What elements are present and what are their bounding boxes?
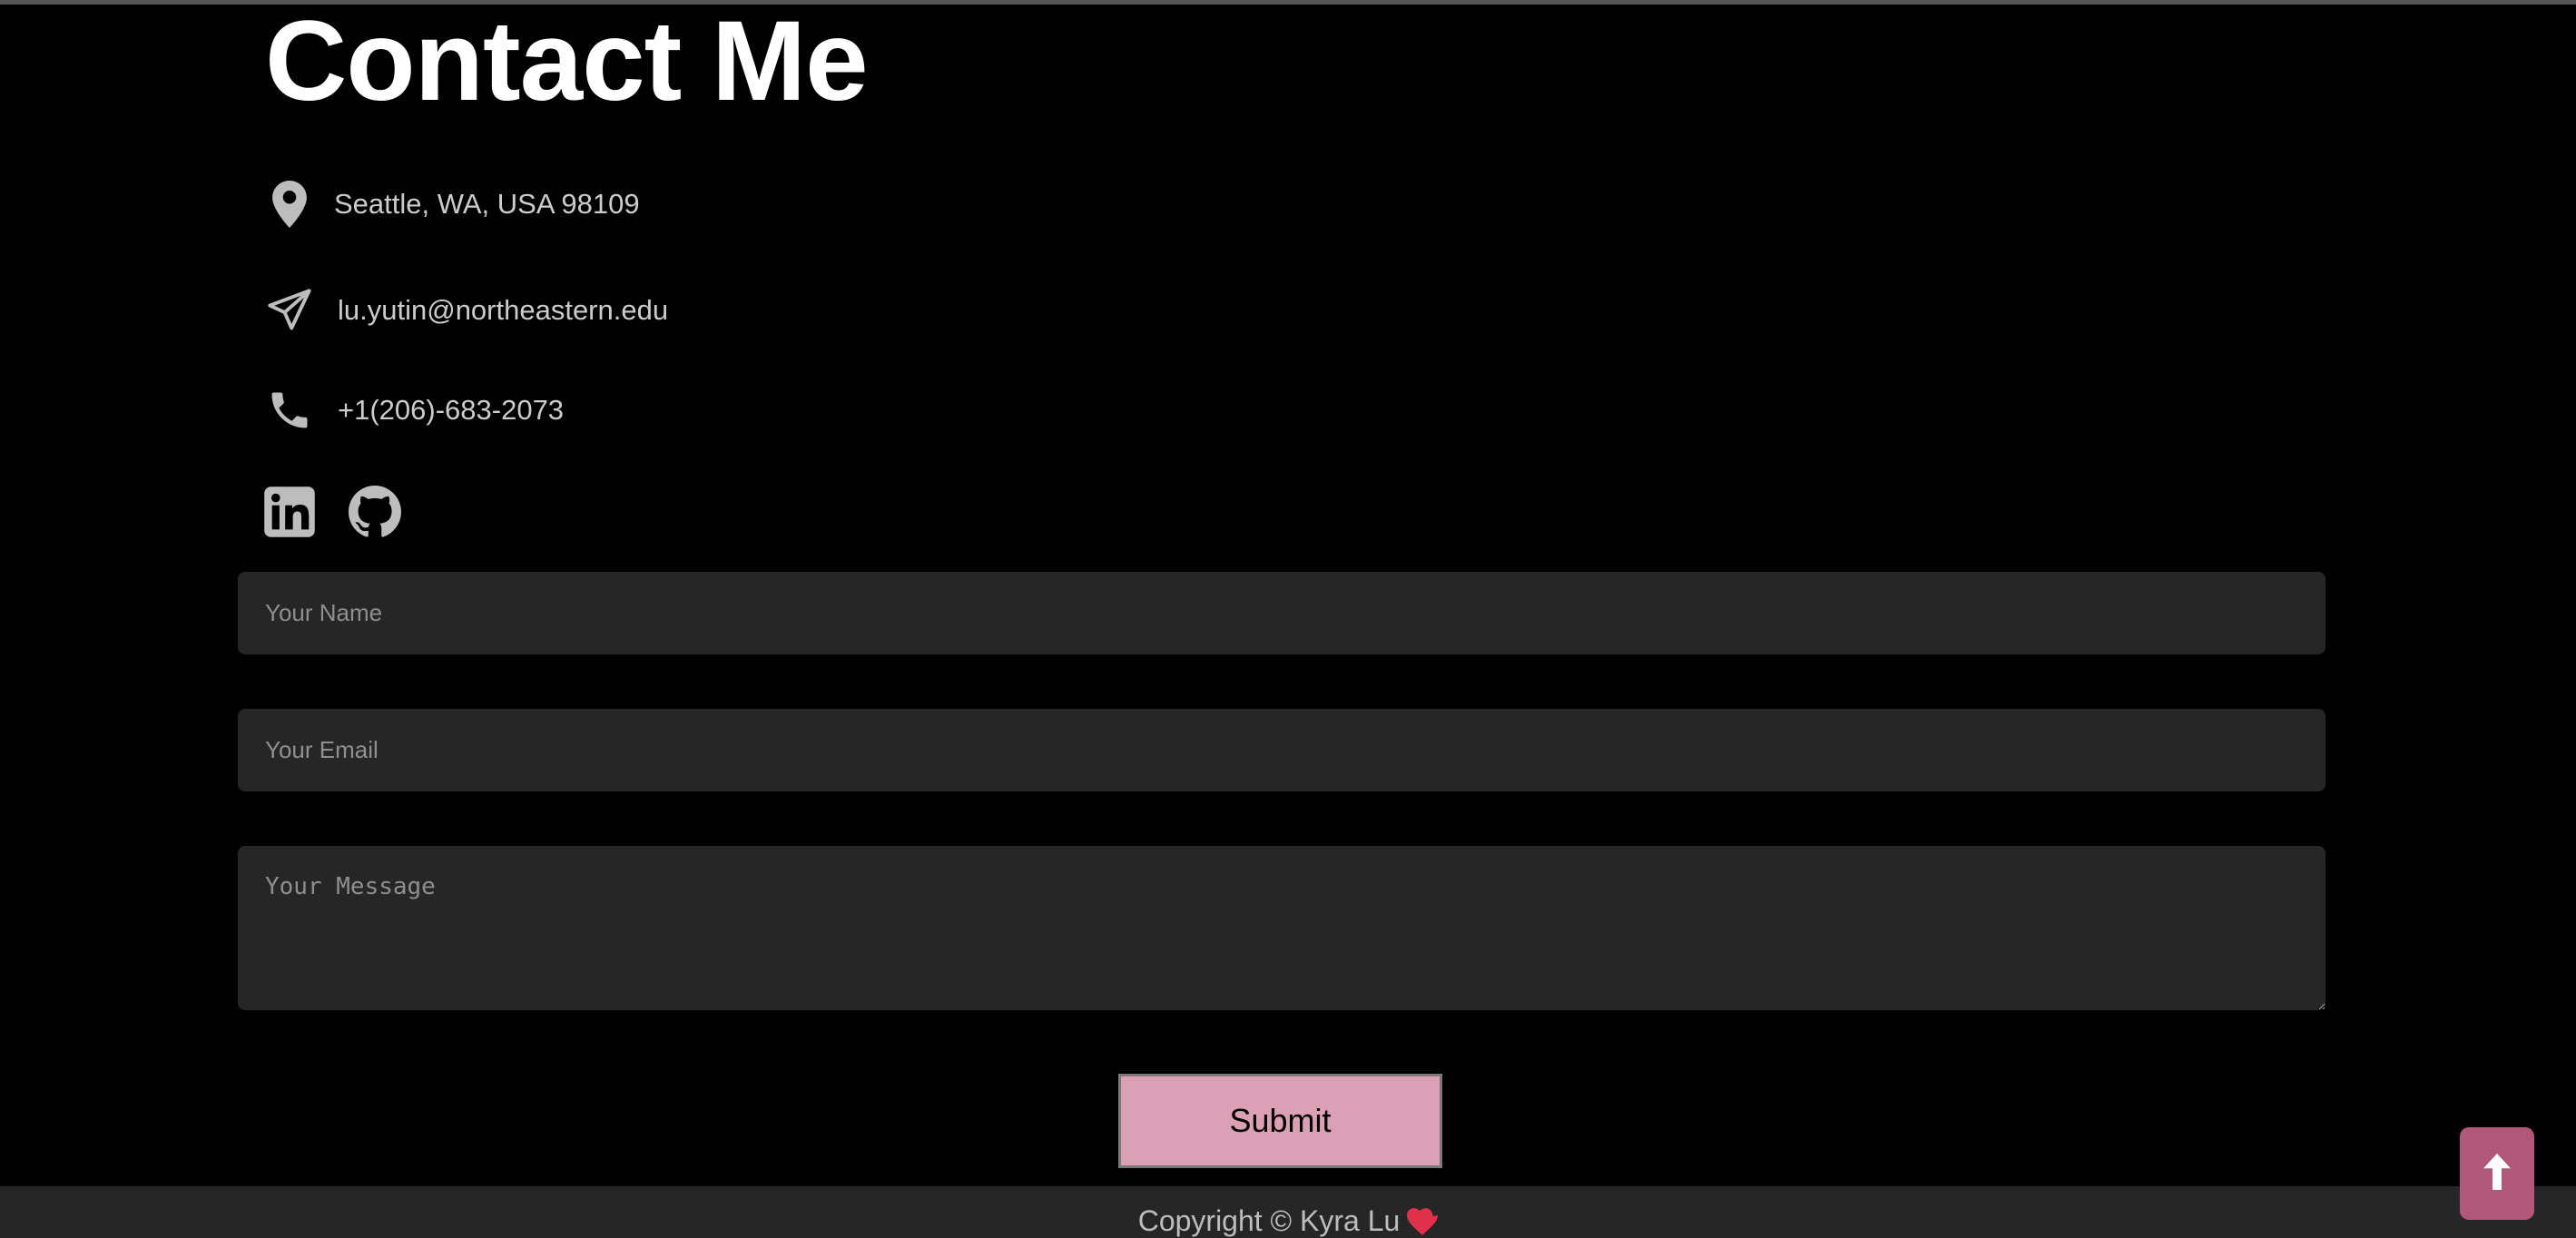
contact-location: Seattle, WA, USA 98109 <box>265 177 640 231</box>
github-icon[interactable] <box>349 486 401 538</box>
message-field[interactable] <box>238 846 2325 1010</box>
contact-phone: +1(206)-683-2073 <box>265 383 564 437</box>
contact-email: lu.yutin@northeastern.edu <box>265 283 668 338</box>
map-pin-icon <box>265 177 314 231</box>
phone-icon <box>265 383 314 437</box>
scroll-top-button[interactable] <box>2460 1127 2534 1220</box>
linkedin-icon[interactable] <box>263 486 316 538</box>
email-field[interactable] <box>238 709 2325 791</box>
footer-copyright: Copyright © Kyra Lu <box>1138 1204 1439 1238</box>
name-field[interactable] <box>238 572 2325 654</box>
heart-icon <box>1407 1207 1439 1235</box>
submit-button[interactable]: Submit <box>1118 1074 1442 1168</box>
copyright-text: Copyright © Kyra Lu <box>1137 1204 1401 1237</box>
location-text: Seattle, WA, USA 98109 <box>334 188 640 220</box>
email-text[interactable]: lu.yutin@northeastern.edu <box>338 294 668 327</box>
page-title: Contact Me <box>265 0 869 124</box>
phone-text: +1(206)-683-2073 <box>338 394 565 426</box>
arrow-up-icon <box>2483 1153 2511 1194</box>
paper-plane-icon <box>265 283 314 338</box>
social-links <box>263 483 401 541</box>
footer: Copyright © Kyra Lu <box>0 1186 2576 1238</box>
